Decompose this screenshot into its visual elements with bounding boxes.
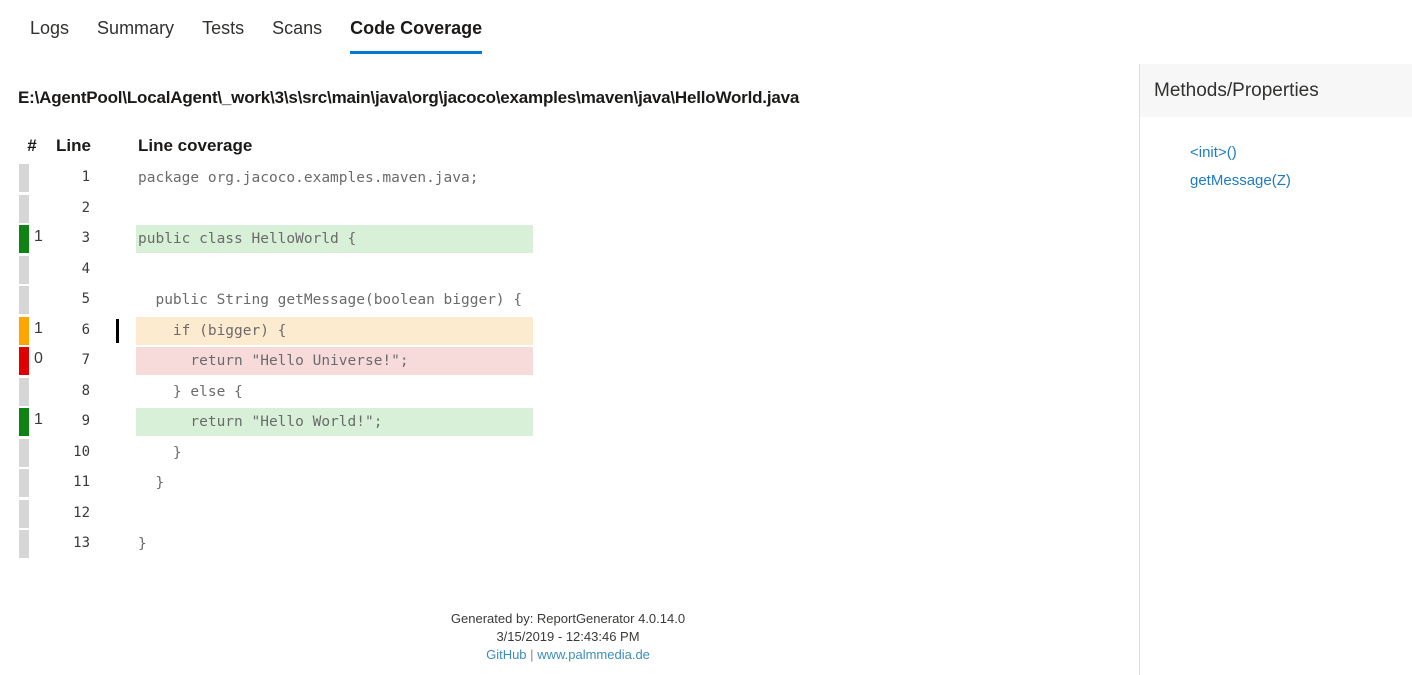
branch-indicator-icon [116,318,119,343]
coverage-status-bar [19,499,29,528]
table-row: 10 } [0,438,1120,470]
sidebar-method-list: <init>() getMessage(Z) [1140,117,1412,195]
tab-logs[interactable]: Logs [30,0,69,54]
footer-generated-by: Generated by: ReportGenerator 4.0.14.0 [450,611,686,626]
coverage-status-bar [19,286,29,314]
column-header-line: Line [56,136,91,155]
tab-label: Code Coverage [350,18,483,38]
line-number: 7 [81,352,90,368]
table-row: 1 3 public class HelloWorld { [0,225,1120,256]
methods-properties-sidebar: Methods/Properties <init>() getMessage(Z) [1139,64,1412,675]
tab-summary[interactable]: Summary [97,0,174,54]
table-row: 4 [0,255,1120,287]
table-row: 2 [0,194,1120,226]
hit-count: 0 [34,350,43,367]
active-tab-underline [350,51,483,54]
source-code-line [136,500,533,528]
tab-label: Logs [30,18,70,38]
palmmedia-link[interactable]: www.palmmedia.de [537,647,650,662]
coverage-status-bar [19,377,29,406]
source-code-line: } [138,536,147,552]
tab-code-coverage[interactable]: Code Coverage [350,0,483,54]
tab-scans[interactable]: Scans [272,0,322,54]
source-code-line: public class HelloWorld { [136,225,533,253]
coverage-status-bar [19,225,29,253]
line-number: 8 [81,382,90,399]
line-number: 4 [81,260,90,277]
source-code-line: if (bigger) { [136,316,533,345]
line-number: 1 [81,169,90,185]
footer-links: GitHub | www.palmmedia.de [0,646,1136,664]
footer-link-separator: | [530,647,534,662]
source-code-line [136,256,533,284]
line-number: 3 [81,230,90,246]
tab-label: Scans [272,18,323,38]
table-row: 5 public String getMessage(boolean bigge… [0,286,1120,317]
report-footer: Generated by: ReportGenerator 4.0.14.0 3… [0,610,1136,664]
table-row: 1 9 return "Hello World!"; [0,408,1120,439]
hit-count: 1 [34,319,43,337]
line-number: 6 [81,321,90,338]
line-number: 13 [73,535,90,551]
line-number: 10 [73,443,90,460]
tab-tests[interactable]: Tests [202,0,244,54]
line-coverage-table: # Line Line coverage 1 package org.jacoco… [0,136,1120,561]
source-code-line [136,195,533,223]
source-code-line: return "Hello World!"; [136,408,533,436]
coverage-status-bar [19,469,29,497]
coverage-status-bar [19,316,29,345]
coverage-status-bar [19,347,29,375]
hit-count: 1 [34,411,43,428]
github-link[interactable]: GitHub [486,647,526,662]
line-number: 11 [73,474,90,490]
coverage-status-bar [19,255,29,284]
table-body: 1 package org.jacoco.examples.maven.java;… [0,164,1120,561]
line-number: 2 [81,199,90,216]
tab-bar: Logs Summary Tests Scans Code Coverage [0,0,1412,64]
coverage-status-bar [19,164,29,192]
line-number: 9 [81,413,90,429]
source-code-line: } [138,475,165,491]
coverage-status-bar [19,194,29,223]
table-row: 0 7 return "Hello Universe!"; [0,347,1120,378]
table-header-row: # Line Line coverage [0,136,1120,164]
table-row: 1 package org.jacoco.examples.maven.java; [0,164,1120,195]
source-code-line: public String getMessage(boolean bigger)… [138,292,523,308]
line-number: 5 [81,291,90,307]
table-row: 13} [0,530,1120,561]
table-row: 12 [0,499,1120,531]
coverage-status-bar [19,530,29,558]
column-header-hits: # [27,136,37,155]
code-coverage-page: Logs Summary Tests Scans Code Coverage E:\Ag… [0,0,1412,675]
footer-timestamp: 3/15/2019 - 12:43:46 PM [496,629,640,644]
coverage-status-bar [19,408,29,436]
file-path-heading: E:\AgentPool\LocalAgent\_work\3\s\src\ma… [18,88,800,107]
source-code-line: } else { [138,383,243,400]
sidebar-title: Methods/Properties [1140,64,1412,117]
source-code-line: package org.jacoco.examples.maven.java; [138,170,479,186]
column-header-line-coverage: Line coverage [138,136,253,155]
sidebar-method-link[interactable]: <init>() [1190,139,1412,167]
tab-label: Summary [97,18,175,38]
table-row: 8 } else { [0,377,1120,409]
line-number: 12 [73,504,90,521]
source-code-line: return "Hello Universe!"; [136,347,533,375]
table-row: 11 } [0,469,1120,500]
sidebar-method-link[interactable]: getMessage(Z) [1190,167,1412,195]
coverage-status-bar [19,438,29,467]
source-code-line: } [138,444,182,461]
tab-label: Tests [202,18,245,38]
table-row: 1 6 if (bigger) { [0,316,1120,348]
hit-count: 1 [34,228,43,245]
